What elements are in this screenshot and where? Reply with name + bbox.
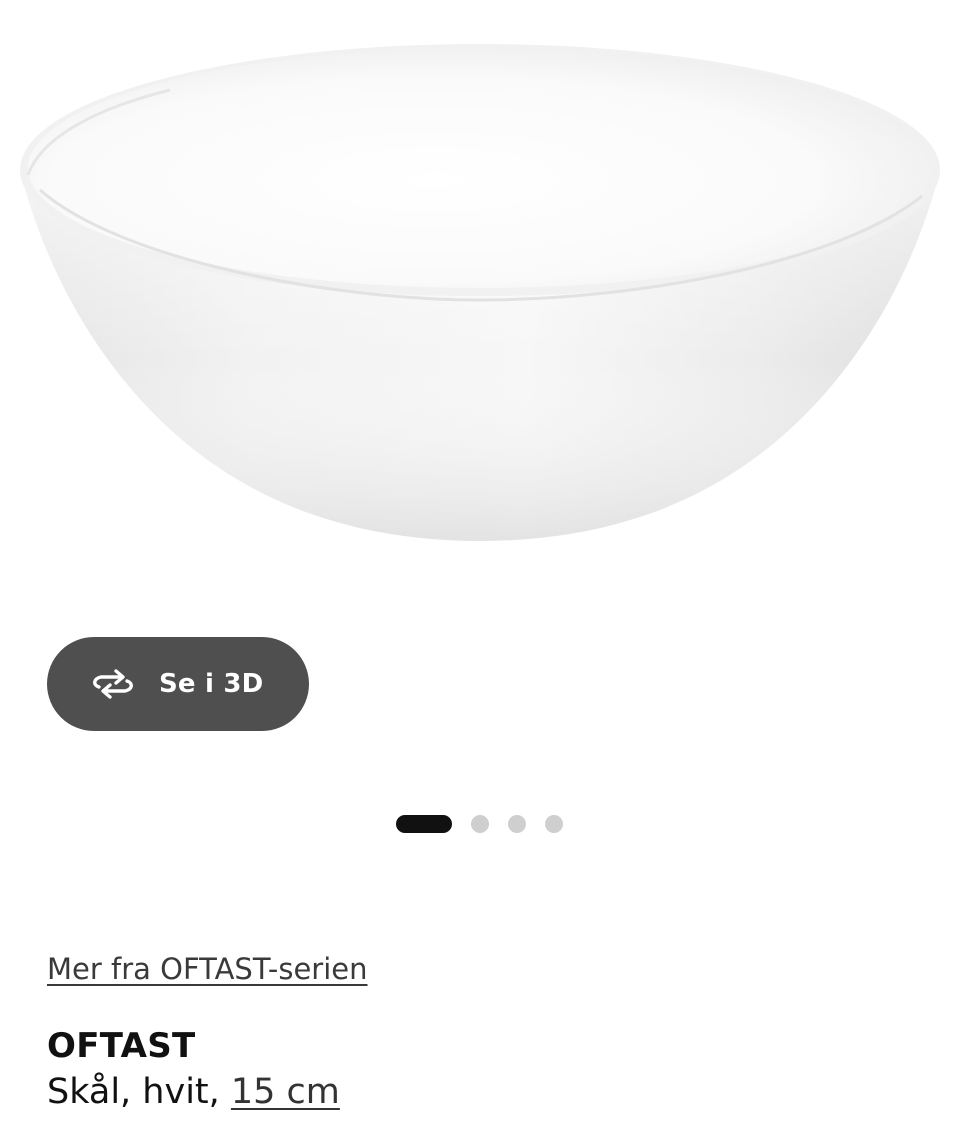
- view-in-3d-label: Se i 3D: [159, 669, 264, 699]
- bowl-image: [20, 44, 940, 541]
- series-link[interactable]: Mer fra OFTAST-serien: [47, 952, 368, 986]
- view-in-3d-button[interactable]: Se i 3D: [47, 637, 309, 731]
- product-image[interactable]: [0, 0, 960, 600]
- carousel-dot-1[interactable]: [396, 815, 452, 833]
- product-description-text: Skål, hvit,: [47, 1072, 231, 1112]
- carousel-dot-3[interactable]: [508, 815, 526, 833]
- product-description: Skål, hvit, 15 cm: [47, 1072, 340, 1112]
- carousel-dot-2[interactable]: [471, 815, 489, 833]
- image-carousel-indicator: [396, 815, 563, 833]
- size-link[interactable]: 15 cm: [231, 1072, 340, 1112]
- carousel-dot-4[interactable]: [545, 815, 563, 833]
- rotate-3d-icon: [89, 667, 137, 701]
- product-name: OFTAST: [47, 1026, 196, 1066]
